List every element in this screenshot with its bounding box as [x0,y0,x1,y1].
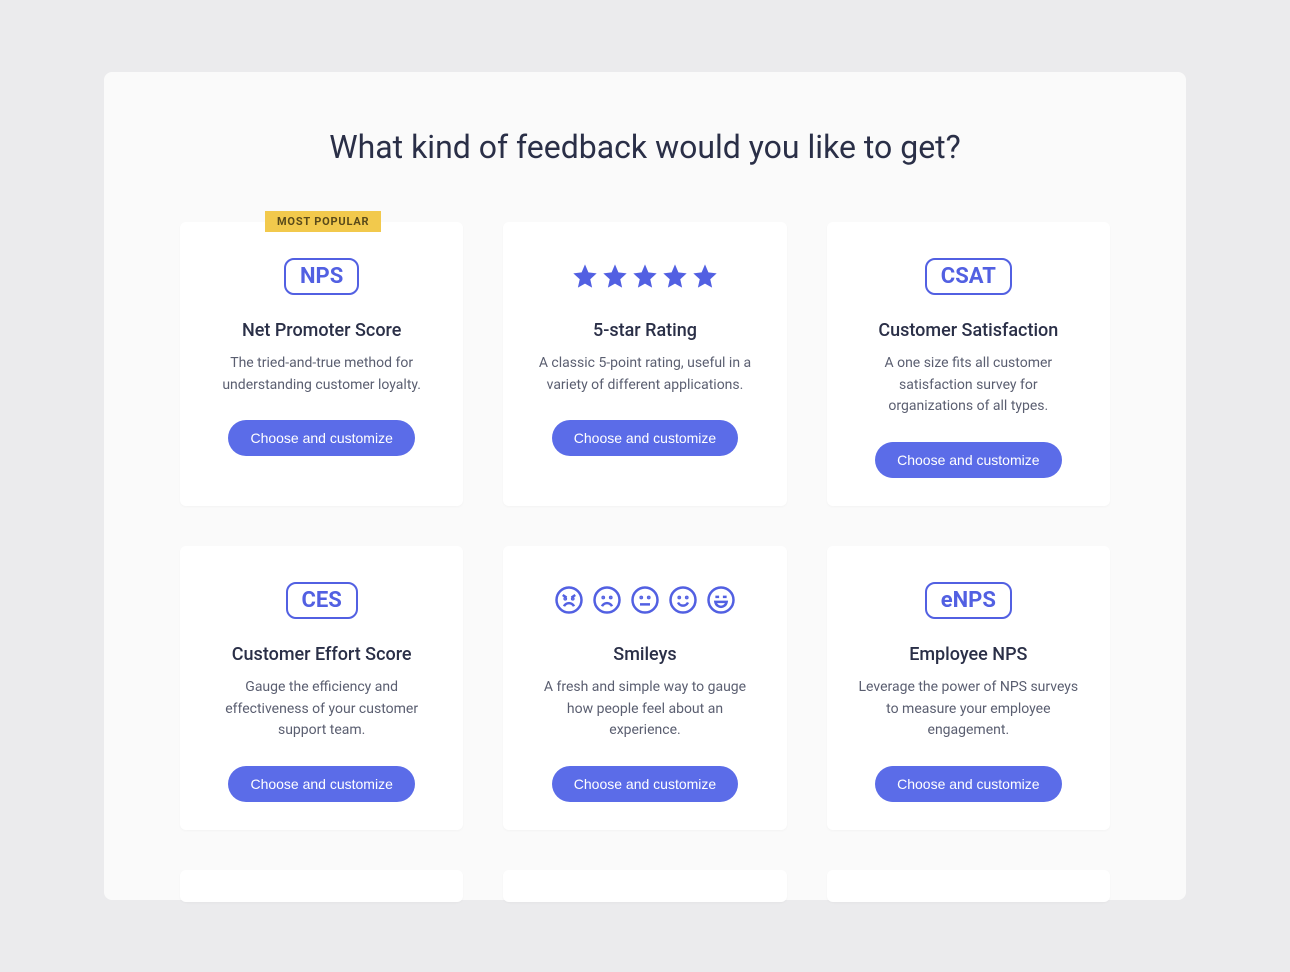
enps-pill-icon: eNPS [925,582,1012,619]
choose-button-5star[interactable]: Choose and customize [552,420,738,456]
card-description: Gauge the efficiency and effectiveness o… [204,677,439,742]
csat-pill-icon: CSAT [925,258,1012,295]
ces-pill-icon: CES [286,582,358,619]
card-icon [527,578,762,622]
card-description: A classic 5-point rating, useful in a va… [527,353,762,396]
card-title: Customer Satisfaction [851,320,1086,341]
choose-button-nps[interactable]: Choose and customize [228,420,414,456]
card-5star: 5-star Rating A classic 5-point rating, … [503,222,786,506]
card-title: Net Promoter Score [204,320,439,341]
card-nps: MOST POPULAR NPS Net Promoter Score The … [180,222,463,506]
sad-face-icon [592,585,622,615]
angry-face-icon [554,585,584,615]
card-smileys: Smileys A fresh and simple way to gauge … [503,546,786,830]
star-icon [601,262,629,290]
smileys-icon [554,585,736,615]
card-csat: CSAT Customer Satisfaction A one size fi… [827,222,1110,506]
card-description: Leverage the power of NPS surveys to mea… [851,677,1086,742]
card-icon: eNPS [851,578,1086,622]
star-icon [691,262,719,290]
laughing-face-icon [706,585,736,615]
neutral-face-icon [630,585,660,615]
main-panel: What kind of feedback would you like to … [104,72,1186,900]
card-title: Smileys [527,644,762,665]
card-description: A fresh and simple way to gauge how peop… [527,677,762,742]
choose-button-enps[interactable]: Choose and customize [875,766,1061,802]
card-description: A one size fits all customer satisfactio… [851,353,1086,418]
card-title: 5-star Rating [527,320,762,341]
card-icon: NPS [204,254,439,298]
card-title: Employee NPS [851,644,1086,665]
card-enps: eNPS Employee NPS Leverage the power of … [827,546,1110,830]
choose-button-ces[interactable]: Choose and customize [228,766,414,802]
card-peek [180,870,463,902]
star-icon [661,262,689,290]
card-ces: CES Customer Effort Score Gauge the effi… [180,546,463,830]
nps-pill-icon: NPS [284,258,359,295]
page-title: What kind of feedback would you like to … [180,128,1110,166]
choose-button-csat[interactable]: Choose and customize [875,442,1061,478]
card-icon: CSAT [851,254,1086,298]
card-title: Customer Effort Score [204,644,439,665]
most-popular-badge: MOST POPULAR [265,211,381,232]
card-peek [827,870,1110,902]
happy-face-icon [668,585,698,615]
card-icon: CES [204,578,439,622]
card-peek [503,870,786,902]
choose-button-smileys[interactable]: Choose and customize [552,766,738,802]
star-icon [631,262,659,290]
stars-icon [571,262,719,290]
star-icon [571,262,599,290]
cards-grid: MOST POPULAR NPS Net Promoter Score The … [180,222,1110,902]
card-icon [527,254,762,298]
card-description: The tried-and-true method for understand… [204,353,439,396]
